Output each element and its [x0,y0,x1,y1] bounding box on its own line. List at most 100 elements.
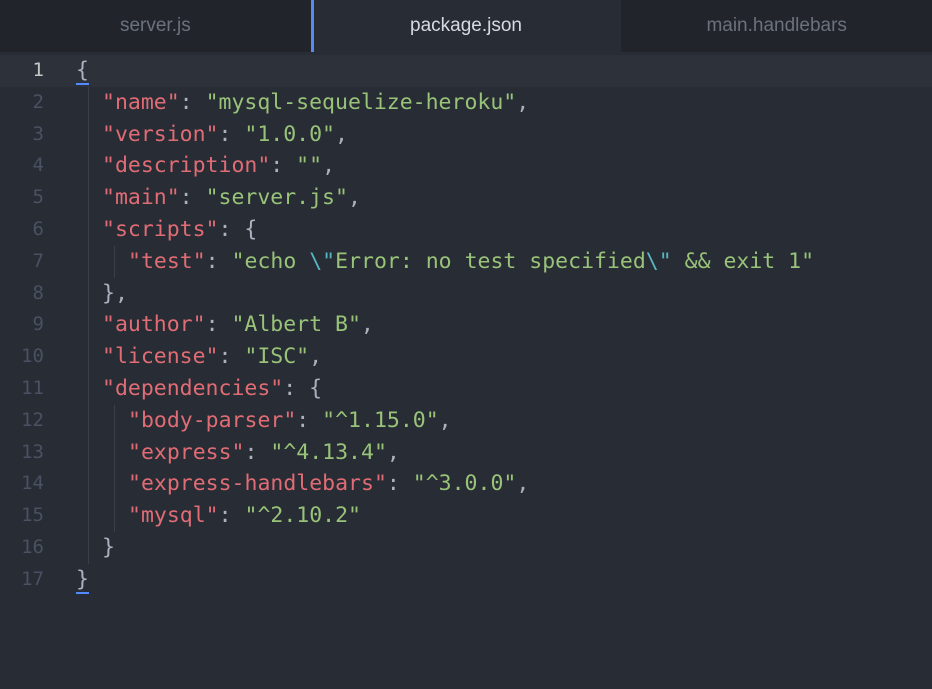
code-token: : [244,439,271,465]
indent-guide [88,213,89,246]
code-token: , [347,185,361,211]
tab-main-handlebars[interactable]: main.handlebars [621,0,932,52]
code-area[interactable]: 1{2 "name": "mysql-sequelize-heroku", 3 "ve… [0,55,932,689]
line-number: 17 [21,567,44,590]
code-token: "Albert B" [231,312,361,338]
code-token: "test" [128,248,206,274]
code-token: "^2.10.2" [244,503,362,529]
line-number: 16 [21,535,44,558]
code-token: "express-handlebars" [128,471,387,497]
code-line[interactable]: 13 "express": "^4.13.4", [0,436,932,469]
code-token: "main" [102,185,180,211]
indent-guide [88,86,89,119]
tab-package-json[interactable]: package.json [310,0,622,52]
code-token: "" [296,153,323,179]
code-token: : [205,248,232,274]
code-line[interactable]: 10 "license": "ISC", [0,341,932,373]
code-token: : [386,471,413,497]
tab-server-js[interactable]: server.js [0,0,311,52]
code-token: "mysql" [128,503,219,529]
code-token: "^3.0.0" [412,471,517,497]
line-content: } [102,532,115,564]
code-token: } [102,534,115,560]
code-token: "scripts" [102,216,219,242]
code-line[interactable]: 17} [0,564,932,596]
tab-label: package.json [410,15,522,36]
code-line[interactable]: 14 "express-handlebars": "^3.0.0", [0,468,932,501]
code-line[interactable]: 15 "mysql": "^2.10.2" [0,500,932,532]
code-token: "mysql-sequelize-heroku" [205,89,517,115]
indent-guide [88,118,89,151]
code-token: , [386,439,400,465]
line-content: "test": "echo \"Error: no test specified… [128,246,814,278]
line-number: 4 [32,154,44,177]
line-number: 8 [32,281,44,304]
tab-label: main.handlebars [706,15,847,36]
indent-guide [88,182,89,214]
line-number: 14 [21,472,44,495]
line-content: "license": "ISC", [102,341,322,373]
code-token: , [322,153,336,179]
code-token: : [218,121,245,147]
code-token: "name" [102,89,180,115]
code-editor[interactable]: server.js package.json main.handlebars 1… [0,0,932,689]
code-line[interactable]: 5 "main": "server.js", [0,182,932,214]
code-line[interactable]: 12 "body-parser": "^1.15.0", [0,404,932,437]
code-token: \" [309,248,336,274]
code-token: } [76,566,89,594]
code-line[interactable]: 7 "test": "echo \"Error: no test specifie… [0,245,932,278]
line-content: "express-handlebars": "^3.0.0", [128,468,529,500]
indent-guide [88,341,89,373]
indent-guide [88,500,89,532]
code-token: "license" [102,344,219,370]
indent-guide [88,468,89,501]
line-number: 12 [21,408,44,431]
code-token: : [296,407,323,433]
code-token: "express" [128,439,245,465]
code-token: : { [218,216,258,242]
line-content: "name": "mysql-sequelize-heroku", [102,87,529,119]
line-content: } [76,564,89,596]
line-number: 5 [32,186,44,209]
code-token: "description" [102,153,271,179]
code-line[interactable]: 2 "name": "mysql-sequelize-heroku", [0,86,932,119]
code-token: : [218,344,245,370]
indent-guide [88,150,89,183]
line-content: "scripts": { [102,214,257,246]
line-content: "version": "1.0.0", [102,119,348,151]
line-content: "description": "", [102,150,335,182]
code-token: "server.js" [205,185,348,211]
code-line[interactable]: 8}, [0,277,932,310]
line-number: 9 [32,313,44,336]
code-token: Error: no test specified [335,248,646,274]
code-line[interactable]: 4 "description": "", [0,150,932,183]
code-token: : [179,89,206,115]
code-token: : [218,503,245,529]
code-token: { [76,58,89,85]
code-line[interactable]: 1{ [0,55,932,87]
indent-guide [88,309,89,342]
code-token: "dependencies" [102,375,284,401]
code-line[interactable]: 6 "scripts": { [0,213,932,246]
line-content: }, [102,278,128,310]
code-token: "author" [102,312,206,338]
indent-guide [88,436,89,469]
code-token: , [335,121,348,147]
indent-guide [114,500,115,532]
line-number: 11 [21,376,44,399]
line-number: 7 [32,249,44,272]
indent-guide [88,404,89,437]
code-token: : [179,185,206,211]
code-line[interactable]: 16} [0,531,932,564]
line-number: 10 [21,345,44,368]
line-content: "body-parser": "^1.15.0", [128,405,452,437]
indent-guide [114,468,115,501]
code-line[interactable]: 3 "version": "1.0.0", [0,118,932,151]
code-token: , [516,89,530,115]
line-content: "author": "Albert B", [102,309,374,341]
indent-guide [88,372,89,405]
line-number: 13 [21,440,44,463]
code-token: \" [645,248,672,274]
code-line[interactable]: 11 "dependencies": { [0,372,932,405]
code-line[interactable]: 9 "author": "Albert B", [0,309,932,342]
